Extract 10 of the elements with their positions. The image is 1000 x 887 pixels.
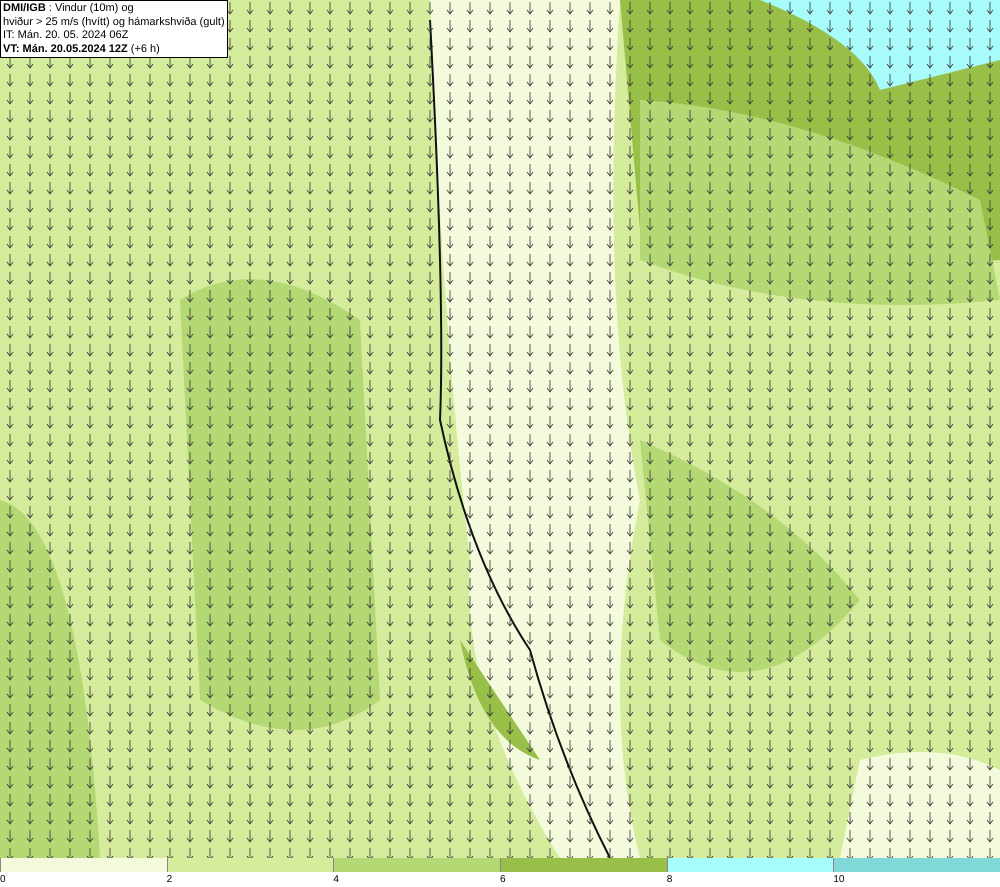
info-line: VT: Mán. 20.05.2024 12Z (+6 h) [3,42,161,56]
legend-label: 4 [333,873,339,887]
legend-label: 2 [166,873,172,887]
info-line: hviður > 25 m/s (hvítt) og hámarkshviða (gult) [3,16,225,29]
info-line: IT: Mán. 20. 05. 2024 06Z [3,29,130,42]
legend-label: 10 [833,873,844,887]
info-line: DMI/IGB : Vindur (10m) og [3,2,135,16]
legend-label: 6 [500,873,506,887]
legend-label: 0 [0,873,6,887]
legend-label: 8 [666,873,672,887]
